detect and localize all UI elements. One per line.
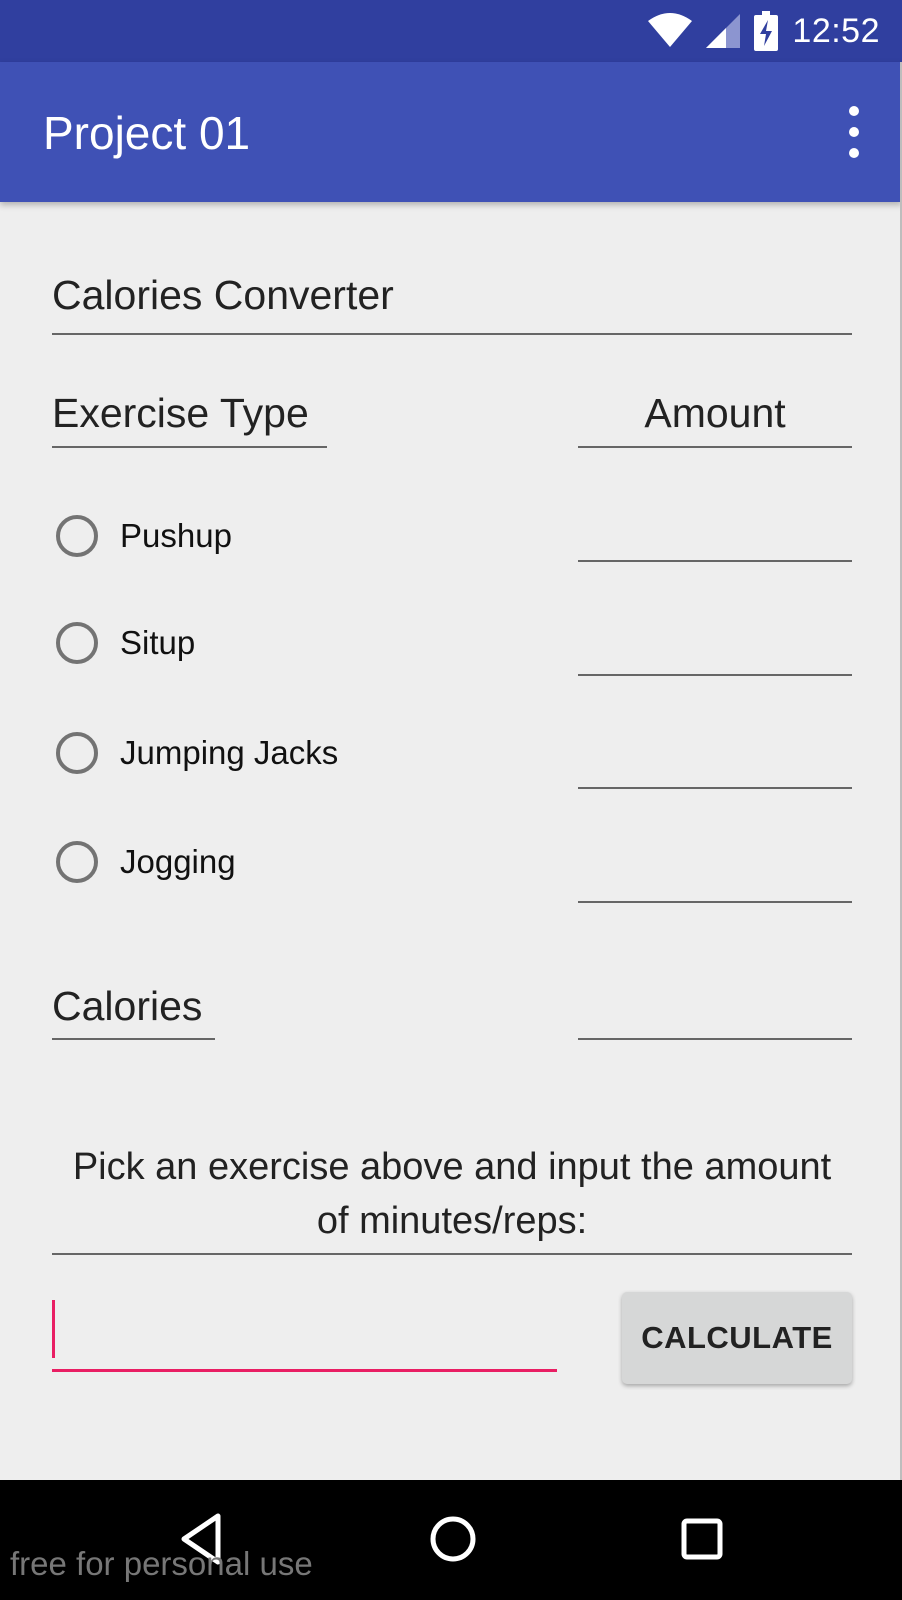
app-bar: Project 01 [0,62,902,202]
calories-label: Calories [52,983,203,1029]
watermark: free for personal use [10,1545,313,1582]
status-bar: 12:52 [0,0,902,62]
amount-underline [578,446,852,448]
wifi-icon [648,13,693,47]
instruction-text: Pick an exercise above and input the amo… [72,1146,832,1242]
battery-charging-icon [754,11,779,51]
calculate-button[interactable]: CALCULATE [622,1292,852,1384]
status-icons: 12:52 [648,0,880,62]
instruction-divider [52,1253,852,1255]
app-title: Project 01 [43,107,251,159]
minutes-reps-input[interactable] [52,1290,557,1372]
radio-label: Situp [120,624,196,661]
page-title: Calories Converter [52,272,394,318]
cellular-signal-icon [706,14,741,48]
radio-jogging[interactable]: Jogging [56,836,236,888]
amount-field-pushup[interactable] [578,492,852,562]
calories-underline [52,1038,215,1040]
radio-circle-icon[interactable] [56,622,98,664]
radio-label: Jogging [120,843,236,880]
calories-output [578,970,852,1040]
title-divider [52,333,852,335]
radio-label: Pushup [120,517,232,554]
recents-icon[interactable] [667,1504,737,1574]
amount-field-jumping-jacks[interactable] [578,719,852,789]
amount-header: Amount [644,390,786,436]
amount-field-situp[interactable] [578,606,852,676]
overflow-menu-icon[interactable] [834,106,874,158]
amount-field-jogging[interactable] [578,833,852,903]
status-time: 12:52 [792,11,880,50]
home-icon[interactable] [418,1504,488,1574]
exercise-type-header: Exercise Type [52,390,309,436]
exercise-type-underline [52,446,327,448]
radio-circle-icon[interactable] [56,515,98,557]
radio-circle-icon[interactable] [56,732,98,774]
radio-label: Jumping Jacks [120,734,339,771]
text-cursor [52,1300,55,1358]
radio-jumping-jacks[interactable]: Jumping Jacks [56,727,338,779]
radio-situp[interactable]: Situp [56,617,195,669]
radio-pushup[interactable]: Pushup [56,510,232,562]
radio-circle-icon[interactable] [56,841,98,883]
